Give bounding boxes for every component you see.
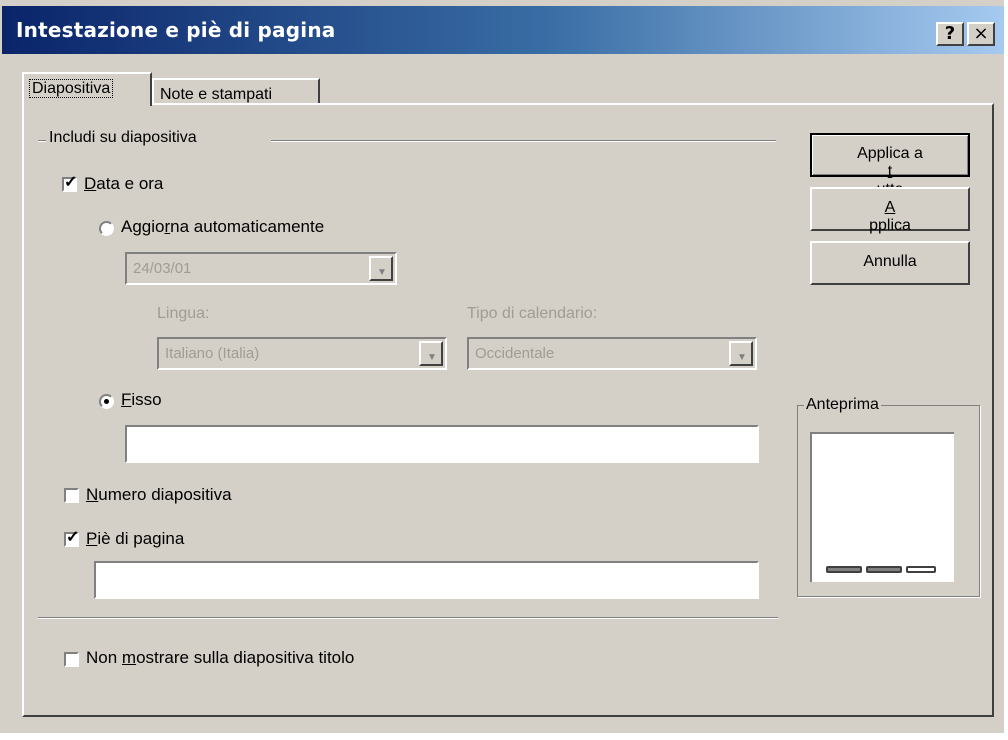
close-button[interactable]: ×	[967, 22, 995, 46]
footer-label: Piè di pagina	[86, 529, 185, 548]
calendar-label: Tipo di calendario:	[467, 305, 598, 322]
preview-date-placeholder	[826, 566, 862, 573]
preview-label: Anteprima	[804, 396, 881, 414]
help-button[interactable]: ?	[936, 22, 964, 46]
tab-label: Diapositiva	[28, 79, 114, 98]
separator	[38, 617, 778, 619]
hide-on-title-label: Non mostrare sulla diapositiva titolo	[86, 648, 355, 667]
radio-dot	[104, 399, 109, 404]
language-select[interactable]: Italiano (Italia) ▼	[157, 337, 447, 370]
preview-footer-placeholder	[866, 566, 902, 573]
dropdown-button[interactable]: ▼	[369, 256, 393, 281]
auto-update-radio[interactable]	[99, 221, 114, 236]
language-label: Lingua:	[157, 305, 210, 322]
tab-note-e-stampati[interactable]: Note e stampati	[152, 78, 320, 105]
calendar-value: Occidentale	[475, 345, 555, 362]
group-label: Includi su diapositiva	[49, 129, 197, 146]
auto-update-label: Aggiorna automaticamente	[121, 217, 325, 236]
date-time-label: Data e ora	[84, 174, 164, 193]
date-format-value: 24/03/01	[133, 260, 192, 277]
preview-slide	[810, 432, 954, 582]
fixed-label: Fisso	[121, 390, 162, 409]
tab-panel: Includi su diapositiva ✓ Data e ora Aggi…	[22, 103, 994, 717]
cancel-button[interactable]: Annulla	[810, 241, 970, 285]
group-line-left	[38, 140, 46, 142]
slide-number-label: Numero diapositiva	[86, 485, 232, 504]
preview-number-placeholder	[906, 566, 936, 573]
date-format-select[interactable]: 24/03/01 ▼	[125, 252, 397, 285]
slide-number-checkbox[interactable]	[64, 488, 79, 503]
fixed-radio[interactable]	[99, 394, 114, 409]
header-footer-dialog: Intestazione e piè di pagina ? × Diaposi…	[0, 0, 1004, 733]
close-icon: ×	[973, 23, 989, 44]
apply-all-button[interactable]: Applica a tutte	[810, 133, 970, 198]
check-icon: ✓	[66, 529, 80, 546]
tab-diapositiva[interactable]: Diapositiva	[22, 72, 152, 106]
preview-group: Anteprima	[797, 396, 980, 597]
fixed-date-input[interactable]	[125, 425, 759, 463]
dropdown-button[interactable]: ▼	[419, 341, 443, 366]
check-icon: ✓	[64, 174, 78, 191]
chevron-down-icon: ▼	[737, 352, 747, 363]
calendar-select[interactable]: Occidentale ▼	[467, 337, 757, 370]
window-title: Intestazione e piè di pagina	[16, 18, 336, 42]
footer-input[interactable]	[94, 561, 759, 599]
footer-checkbox[interactable]: ✓	[64, 529, 80, 547]
title-bar: Intestazione e piè di pagina ? ×	[2, 6, 1004, 54]
date-time-checkbox[interactable]: ✓	[62, 174, 78, 192]
tab-label: Note e stampati	[160, 86, 273, 103]
chevron-down-icon: ▼	[427, 352, 437, 363]
group-line-right	[271, 140, 776, 142]
hide-on-title-checkbox[interactable]	[64, 652, 79, 667]
apply-button[interactable]: Applica	[810, 187, 970, 234]
language-value: Italiano (Italia)	[165, 345, 260, 362]
chevron-down-icon: ▼	[377, 267, 387, 278]
dropdown-button[interactable]: ▼	[729, 341, 753, 366]
